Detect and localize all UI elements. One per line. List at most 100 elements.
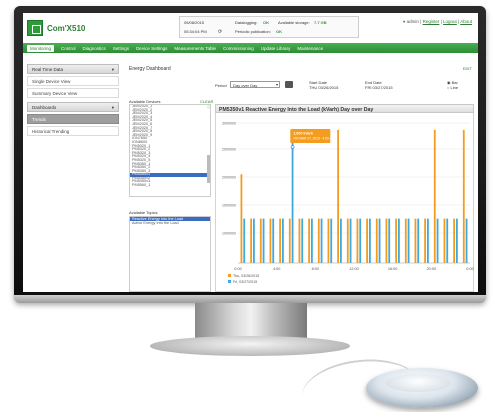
bar [282, 218, 284, 263]
bar [433, 129, 436, 263]
bar [443, 218, 446, 263]
logo-icon [27, 20, 43, 36]
page-title: Energy Dashboard [129, 66, 171, 72]
screen: Com'X510 05/08/2015 05:34:04 PM ⟳ Datalo… [23, 13, 478, 292]
bar [404, 218, 407, 263]
publication-value: OK [276, 29, 282, 34]
bar [269, 218, 272, 263]
bar [375, 218, 378, 263]
status-date: 05/08/2015 [184, 20, 205, 25]
topic-list[interactable]: Reactive Energy Into the Load Active Ener… [129, 216, 211, 292]
bar [301, 218, 304, 263]
chart-controls: Period Day over Day Start Date THU 03/26… [215, 78, 474, 98]
tab-maintenance[interactable]: Maintenance [297, 46, 323, 51]
tab-monitoring[interactable]: Monitoring [27, 44, 55, 52]
logout-link[interactable]: Logout [443, 19, 457, 24]
topic-item[interactable]: Active Energy Into the Load [130, 221, 210, 225]
user-icon: ● [402, 19, 406, 24]
bar [369, 218, 371, 263]
tab-update-library[interactable]: Update Library [261, 46, 291, 51]
bar [388, 218, 391, 263]
sidebar-item-historical-trending[interactable]: Historical Trending [27, 126, 119, 136]
sidebar-group-label: Real Time Data [32, 67, 64, 72]
user-name: admin [406, 19, 419, 24]
tab-measurements-table[interactable]: Measurements Table [174, 46, 216, 51]
bar [407, 218, 410, 263]
monitor-chin [14, 295, 486, 303]
bar [279, 218, 281, 263]
radio-line[interactable]: ○ Line [447, 85, 458, 90]
bar [243, 218, 246, 263]
datalogging-label: Datalogging: [235, 20, 258, 25]
bar [340, 218, 342, 263]
scrollbar-thumb[interactable] [207, 155, 210, 183]
tab-control[interactable]: Control [61, 46, 76, 51]
legend-label: Fri, 03/27/2015 [233, 280, 257, 284]
sidebar-group-label: Dashboards [32, 105, 57, 110]
chevron-down-icon: ▾ [111, 67, 114, 72]
chart-type-radios: ◉ Bar ○ Line [447, 80, 458, 90]
bar [385, 218, 388, 263]
y-tick-label: 2000000 [222, 176, 236, 180]
period-label: Period [215, 83, 227, 88]
tab-commissioning[interactable]: Commissioning [223, 46, 254, 51]
bar [253, 218, 255, 263]
bar [288, 218, 291, 263]
tab-settings[interactable]: Settings [113, 46, 129, 51]
tab-device-settings[interactable]: Device Settings [136, 46, 167, 51]
period-select[interactable]: Day over Day [230, 81, 280, 88]
calendar-icon[interactable] [285, 81, 293, 88]
bar [427, 218, 429, 263]
monitor-scene: Com'X510 05/08/2015 05:34:04 PM ⟳ Datalo… [0, 0, 497, 412]
chart-title: PM5350v1 Reactive Energy Into the Load (… [215, 104, 474, 113]
status-time: 05:34:04 PM [184, 29, 207, 34]
device-list-scrollbar[interactable] [207, 105, 210, 183]
end-date[interactable]: End Date FRI 03/27/2015 [365, 80, 393, 90]
hover-marker [290, 145, 295, 149]
bar [414, 218, 417, 263]
sidebar-item-single-device[interactable]: Single Device View [27, 76, 119, 86]
bar [398, 218, 400, 263]
start-date[interactable]: Start Date THU 03/26/2015 [309, 80, 338, 90]
about-link[interactable]: About [460, 19, 472, 24]
bar [465, 218, 468, 263]
bar [436, 218, 439, 263]
legend-swatch [228, 280, 231, 283]
register-link[interactable]: Register [423, 19, 440, 24]
refresh-icon[interactable]: ⟳ [218, 29, 222, 35]
bar [356, 218, 359, 263]
sidebar-item-summary-device[interactable]: Summary Device View [27, 88, 119, 98]
y-tick-label: 2500000 [222, 148, 236, 152]
x-tick-label: 0:00 [234, 267, 241, 271]
tooltip-line1: 2,000 kVarh [293, 132, 313, 136]
bar-chart: 3000000 2500000 2000000 1500000 1000000 0:00 4… [222, 122, 474, 285]
edit-link[interactable]: EDIT [463, 66, 472, 71]
bar [456, 218, 458, 263]
bar [337, 129, 339, 263]
bar [311, 218, 313, 263]
x-tick-label: 16:00 [388, 267, 398, 271]
sidebar-item-trends[interactable]: Trends [27, 114, 119, 124]
y-tick-label: 1500000 [222, 204, 236, 208]
tab-diagnostics[interactable]: Diagnostics [83, 46, 106, 51]
sidebar-group-dashboards[interactable]: Dashboards ▾ [27, 102, 119, 112]
x-tick-label: 8:00 [312, 267, 319, 271]
dashboard-content: Energy Dashboard EDIT Available Devices … [127, 64, 474, 292]
start-date-value: THU 03/26/2015 [309, 85, 339, 90]
device-list[interactable]: JEM2020_1 JEM2020_2 JEM2020_3 JEM2020_4 JEM2… [129, 104, 211, 197]
user-links: ● admin | Register | Logout | About [402, 19, 472, 24]
y-tick-label: 3000000 [222, 122, 236, 126]
app-logo[interactable]: Com'X510 [27, 20, 85, 36]
tooltip-line2: FRI MAR 27, 2015 - 4:00 AM [293, 137, 334, 141]
bar [417, 218, 420, 263]
bar [308, 218, 310, 263]
datalogging-value: OK [263, 20, 269, 25]
sidebar-group-real-time[interactable]: Real Time Data ▾ [27, 64, 119, 74]
bar [327, 218, 330, 263]
app-name: Com'X510 [47, 23, 86, 33]
device-item[interactable]: PM5560_1 [130, 183, 210, 188]
mouse-button [386, 374, 450, 392]
status-panel: 05/08/2015 05:34:04 PM ⟳ Datalogging: OK… [179, 16, 359, 38]
sidebar: Real Time Data ▾ Single Device View Summa… [27, 64, 119, 138]
x-tick-label: 4:00 [273, 267, 280, 271]
